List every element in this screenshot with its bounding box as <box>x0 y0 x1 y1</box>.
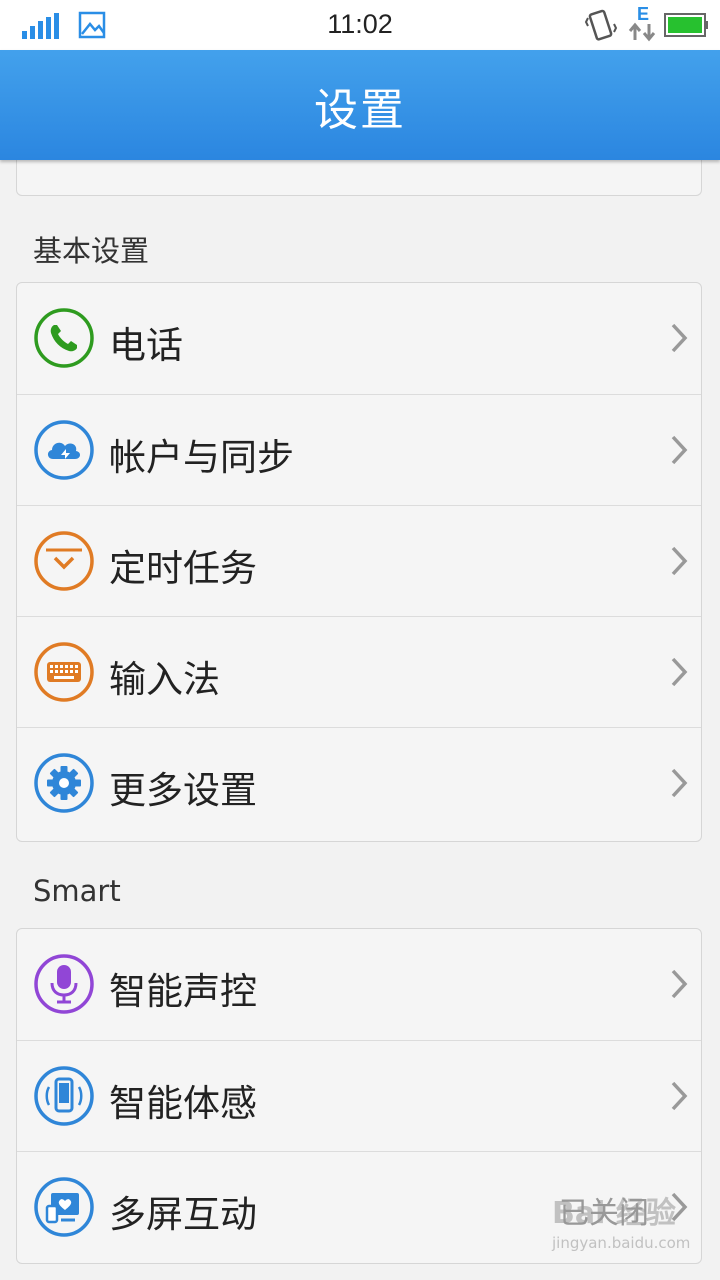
watermark-url: jingyan.baidu.com <box>552 1234 691 1252</box>
chevron-right-icon <box>671 768 688 798</box>
gear-icon <box>34 753 94 813</box>
settings-item-scheduled-tasks[interactable]: 定时任务 <box>17 505 701 616</box>
chevron-right-icon <box>671 657 688 687</box>
page-title: 设置 <box>314 85 406 136</box>
settings-item-label: 输入法 <box>109 658 220 701</box>
section-header-smart: Smart <box>33 874 121 908</box>
keyboard-icon <box>34 642 94 702</box>
chevron-right-icon <box>671 1081 688 1111</box>
settings-item-accounts-sync[interactable]: 帐户与同步 <box>17 394 701 505</box>
settings-item-label: 智能声控 <box>109 970 257 1013</box>
app-bar: 设置 <box>0 50 720 160</box>
settings-item-label: 电话 <box>109 324 183 367</box>
vibrate-icon <box>584 9 618 41</box>
settings-item-voice-control[interactable]: 智能声控 <box>17 929 701 1040</box>
section-header-basic: 基本设置 <box>33 234 150 268</box>
watermark: Bai 经验 jingyan.baidu.com <box>552 1188 712 1268</box>
phone-motion-icon <box>34 1066 94 1126</box>
chevron-right-icon <box>671 435 688 465</box>
phone-icon <box>34 308 94 368</box>
settings-item-label: 智能体感 <box>109 1082 257 1125</box>
multiscreen-icon <box>34 1177 94 1237</box>
chevron-right-icon <box>671 323 688 353</box>
settings-item-label: 定时任务 <box>109 547 257 590</box>
settings-item-label: 更多设置 <box>109 769 257 812</box>
settings-item-more-settings[interactable]: 更多设置 <box>17 727 701 838</box>
settings-item-motion-sensing[interactable]: 智能体感 <box>17 1040 701 1151</box>
status-bar: 11:02 E <box>0 0 720 50</box>
chevron-right-icon <box>671 969 688 999</box>
battery-icon <box>664 13 708 37</box>
watermark-brand: Bai 经验 <box>552 1196 676 1231</box>
settings-item-label: 帐户与同步 <box>109 436 294 479</box>
microphone-icon <box>34 954 94 1014</box>
cloud-sync-icon <box>34 420 94 480</box>
settings-item-label: 多屏互动 <box>109 1193 257 1236</box>
settings-item-input-method[interactable]: 输入法 <box>17 616 701 727</box>
clock-icon <box>34 531 94 591</box>
chevron-right-icon <box>671 546 688 576</box>
settings-item-phone[interactable]: 电话 <box>17 283 701 394</box>
basic-settings-card: 电话 帐户与同步 定时任务 输入法 更多设置 <box>16 282 702 842</box>
data-arrows-icon: E <box>628 4 658 44</box>
